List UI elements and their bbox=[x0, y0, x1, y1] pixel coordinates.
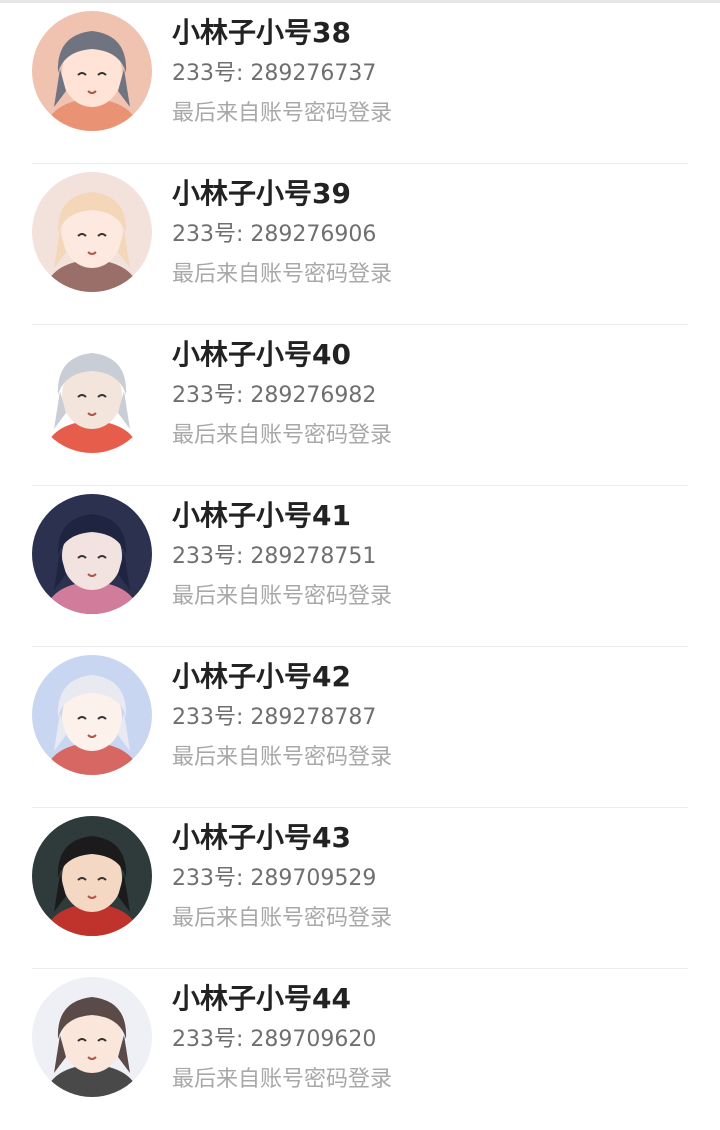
account-list-item[interactable]: 小林子小号43 233号: 289709529 最后来自账号密码登录 bbox=[0, 808, 720, 969]
account-list-item[interactable]: 小林子小号44 233号: 289709620 最后来自账号密码登录 bbox=[0, 969, 720, 1130]
account-uid: 233号: 289278751 bbox=[172, 544, 377, 569]
account-name: 小林子小号42 bbox=[172, 660, 351, 693]
account-list-item[interactable]: 小林子小号38 233号: 289276737 最后来自账号密码登录 bbox=[0, 3, 720, 164]
account-name: 小林子小号43 bbox=[172, 821, 351, 854]
last-login-source: 最后来自账号密码登录 bbox=[172, 584, 393, 609]
last-login-source: 最后来自账号密码登录 bbox=[172, 1067, 393, 1092]
account-uid: 233号: 289709529 bbox=[172, 866, 377, 891]
last-login-source: 最后来自账号密码登录 bbox=[172, 745, 393, 770]
account-name: 小林子小号44 bbox=[172, 982, 351, 1015]
anime-boy-avatar bbox=[32, 172, 152, 292]
account-uid: 233号: 289276737 bbox=[172, 61, 377, 86]
account-name: 小林子小号40 bbox=[172, 338, 351, 371]
anime-girl-avatar bbox=[32, 977, 152, 1097]
account-name: 小林子小号38 bbox=[172, 16, 351, 49]
last-login-source: 最后来自账号密码登录 bbox=[172, 906, 393, 931]
last-login-source: 最后来自账号密码登录 bbox=[172, 262, 393, 287]
account-uid: 233号: 289709620 bbox=[172, 1027, 377, 1052]
account-uid: 233号: 289276906 bbox=[172, 222, 377, 247]
anime-boy-avatar bbox=[32, 655, 152, 775]
account-list-item[interactable]: 小林子小号40 233号: 289276982 最后来自账号密码登录 bbox=[0, 325, 720, 486]
anime-boy-avatar bbox=[32, 494, 152, 614]
account-list-item[interactable]: 小林子小号42 233号: 289278787 最后来自账号密码登录 bbox=[0, 647, 720, 808]
firefighter-avatar bbox=[32, 333, 152, 453]
last-login-source: 最后来自账号密码登录 bbox=[172, 423, 393, 448]
account-name: 小林子小号39 bbox=[172, 177, 351, 210]
last-login-source: 最后来自账号密码登录 bbox=[172, 101, 393, 126]
account-list-item[interactable]: 小林子小号39 233号: 289276906 最后来自账号密码登录 bbox=[0, 164, 720, 325]
account-list-item[interactable]: 小林子小号41 233号: 289278751 最后来自账号密码登录 bbox=[0, 486, 720, 647]
account-uid: 233号: 289276982 bbox=[172, 383, 377, 408]
noodle-cup-avatar bbox=[32, 816, 152, 936]
account-name: 小林子小号41 bbox=[172, 499, 351, 532]
anime-girl-avatar bbox=[32, 11, 152, 131]
account-list: 小林子小号38 233号: 289276737 最后来自账号密码登录 小林子小号… bbox=[0, 3, 720, 1130]
account-uid: 233号: 289278787 bbox=[172, 705, 377, 730]
